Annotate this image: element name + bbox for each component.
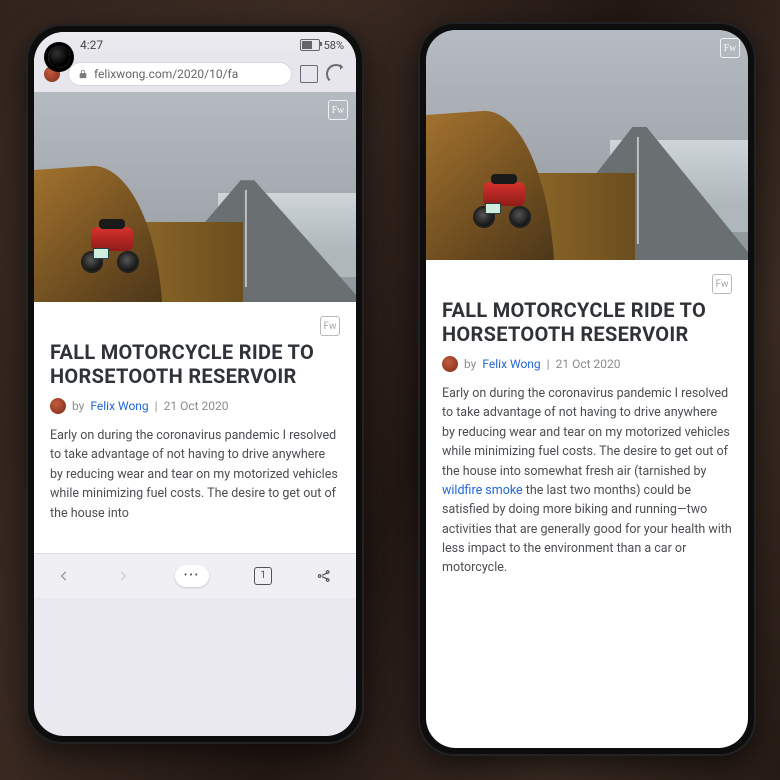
- url-field[interactable]: felixwong.com/2020/10/fa: [68, 62, 292, 86]
- lock-icon: [78, 69, 88, 79]
- article-hero-image: Fw: [426, 30, 748, 260]
- share-button[interactable]: [317, 568, 333, 584]
- status-bar: 4:27 58%: [34, 32, 356, 56]
- menu-button[interactable]: •••: [175, 565, 209, 587]
- forward-button[interactable]: [116, 569, 130, 583]
- battery-percent: 58%: [324, 39, 344, 52]
- watermark-logo: Fw: [328, 100, 348, 120]
- screen-left: 4:27 58% felixwong.com/2020/10/fa: [34, 32, 356, 736]
- back-button[interactable]: [57, 569, 71, 583]
- article-date: 21 Oct 2020: [164, 399, 229, 413]
- url-text: felixwong.com/2020/10/fa: [94, 67, 238, 81]
- site-logo-icon: Fw: [712, 274, 732, 294]
- reader-mode-icon[interactable]: [300, 65, 318, 83]
- site-logo-icon: Fw: [320, 316, 340, 336]
- reload-icon[interactable]: [326, 64, 346, 84]
- phone-right: Fw Fw FALL MOTORCYCLE RIDE TO HORSETOOTH…: [418, 22, 756, 756]
- battery-icon: [300, 39, 320, 51]
- article-date: 21 Oct 2020: [556, 357, 621, 371]
- punch-hole-camera: [48, 46, 70, 68]
- article-headline: FALL MOTORCYCLE RIDE TO HORSETOOTH RESER…: [50, 340, 340, 388]
- author-avatar: [442, 356, 458, 372]
- site-favicon: [44, 66, 60, 82]
- author-avatar: [50, 398, 66, 414]
- wildfire-smoke-link[interactable]: wildfire smoke: [442, 483, 523, 498]
- photo-of-two-phones: 4:27 58% felixwong.com/2020/10/fa: [0, 0, 780, 780]
- article-hero-image: Fw: [34, 92, 356, 302]
- article-byline: by Felix Wong | 21 Oct 2020: [442, 356, 732, 372]
- status-time: 4:27: [80, 38, 103, 52]
- article-headline: FALL MOTORCYCLE RIDE TO HORSETOOTH RESER…: [442, 298, 732, 346]
- author-link[interactable]: Felix Wong: [482, 357, 540, 371]
- article-body: Early on during the coronavirus pandemic…: [442, 384, 732, 578]
- article-content: Fw FALL MOTORCYCLE RIDE TO HORSETOOTH RE…: [426, 260, 748, 748]
- browser-bottom-nav: ••• 1: [34, 553, 356, 598]
- article-body: Early on during the coronavirus pandemic…: [50, 426, 340, 523]
- article-byline: by Felix Wong | 21 Oct 2020: [50, 398, 340, 414]
- screen-right: Fw Fw FALL MOTORCYCLE RIDE TO HORSETOOTH…: [426, 30, 748, 748]
- phone-left: 4:27 58% felixwong.com/2020/10/fa: [26, 24, 364, 744]
- browser-address-bar: felixwong.com/2020/10/fa: [34, 56, 356, 92]
- author-link[interactable]: Felix Wong: [90, 399, 148, 413]
- tabs-button[interactable]: 1: [254, 567, 272, 585]
- watermark-logo: Fw: [720, 38, 740, 58]
- article-content: Fw FALL MOTORCYCLE RIDE TO HORSETOOTH RE…: [34, 302, 356, 553]
